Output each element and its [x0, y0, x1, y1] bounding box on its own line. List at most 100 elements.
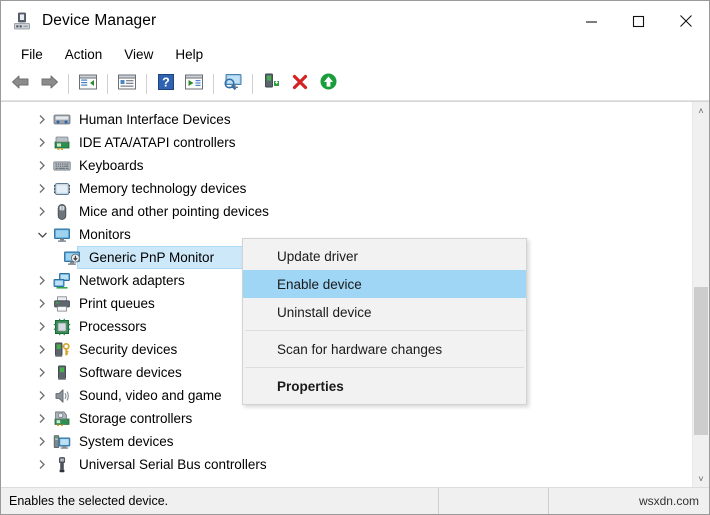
usb-controller-icon	[53, 456, 71, 474]
vertical-scrollbar[interactable]: ˄ ˅	[692, 102, 709, 487]
chevron-right-icon[interactable]	[35, 412, 49, 426]
uninstall-device-button[interactable]	[286, 71, 314, 97]
scrollbar-thumb[interactable]	[694, 287, 708, 434]
context-menu-separator	[245, 330, 524, 331]
chevron-right-icon[interactable]	[35, 136, 49, 150]
menu-bar: File Action View Help	[1, 41, 709, 68]
context-menu-item-uninstall-device[interactable]: Uninstall device	[243, 298, 526, 326]
scan-monitor-icon	[222, 72, 244, 96]
status-middle-panel	[438, 488, 548, 514]
chevron-down-icon[interactable]	[35, 228, 49, 242]
red-x-icon	[291, 73, 309, 96]
window-controls	[568, 1, 709, 41]
show-hide-console-tree-button[interactable]	[74, 71, 102, 97]
tree-row-label: Monitors	[79, 227, 131, 242]
scroll-down-button[interactable]: ˅	[693, 470, 709, 487]
toolbar-separator	[252, 74, 253, 94]
back-button[interactable]	[7, 71, 35, 97]
toolbar: ?	[1, 68, 709, 101]
chevron-right-icon[interactable]	[35, 435, 49, 449]
update-driver-button[interactable]	[180, 71, 208, 97]
minimize-button[interactable]	[568, 1, 615, 41]
context-menu-item-scan-for-hardware-changes[interactable]: Scan for hardware changes	[243, 335, 526, 363]
chevron-right-icon[interactable]	[35, 458, 49, 472]
menu-view[interactable]: View	[113, 44, 164, 66]
tree-row-keyboards[interactable]: Keyboards	[1, 154, 692, 177]
context-menu[interactable]: Update driver Enable device Uninstall de…	[242, 238, 527, 405]
title-bar: Device Manager	[1, 1, 709, 41]
tree-row-memory-technology-devices[interactable]: Memory technology devices	[1, 177, 692, 200]
menu-file[interactable]: File	[10, 44, 54, 66]
monitor-icon	[53, 226, 71, 244]
tree-row-storage-controllers[interactable]: Storage controllers	[1, 407, 692, 430]
security-device-icon	[53, 341, 71, 359]
chevron-right-icon[interactable]	[35, 205, 49, 219]
hid-icon	[53, 111, 71, 129]
memory-device-icon	[53, 180, 71, 198]
chevron-right-icon[interactable]	[35, 113, 49, 127]
maximize-button[interactable]	[615, 1, 662, 41]
context-menu-item-enable-device[interactable]: Enable device	[243, 270, 526, 298]
toolbar-separator	[68, 74, 69, 94]
network-adapter-icon	[53, 272, 71, 290]
update-button[interactable]	[314, 71, 342, 97]
mouse-icon	[53, 203, 71, 221]
keyboard-icon	[53, 157, 71, 175]
menu-action[interactable]: Action	[54, 44, 114, 66]
toolbar-separator	[146, 74, 147, 94]
help-button[interactable]: ?	[152, 71, 180, 97]
tree-row-label: System devices	[79, 434, 174, 449]
tree-row-label: Universal Serial Bus controllers	[79, 457, 267, 472]
scroll-up-button[interactable]: ˄	[693, 102, 709, 119]
status-bar: Enables the selected device. wsxdn.com	[1, 487, 709, 514]
chevron-right-icon[interactable]	[35, 320, 49, 334]
chevron-right-icon[interactable]	[35, 389, 49, 403]
tree-row-label: Storage controllers	[79, 411, 192, 426]
tree-row-label: Memory technology devices	[79, 181, 246, 196]
help-question-icon: ?	[157, 73, 175, 96]
menu-help[interactable]: Help	[164, 44, 214, 66]
properties-button[interactable]	[113, 71, 141, 97]
driver-window-icon	[184, 73, 204, 96]
toolbar-separator	[107, 74, 108, 94]
watermark: wsxdn.com	[548, 488, 709, 514]
tree-row-universal-serial-bus-controllers[interactable]: Universal Serial Bus controllers	[1, 453, 692, 476]
chevron-right-icon[interactable]	[35, 343, 49, 357]
tree-row-label: Security devices	[79, 342, 177, 357]
system-device-icon	[53, 433, 71, 451]
tree-row-mice-and-other-pointing-devices[interactable]: Mice and other pointing devices	[1, 200, 692, 223]
content-area: Human Interface Devices IDE ATA/ATAP	[1, 101, 709, 487]
tree-row-label: Generic PnP Monitor	[89, 250, 214, 265]
processor-icon	[53, 318, 71, 336]
device-manager-icon	[12, 11, 32, 31]
tree-row-label: Sound, video and game	[79, 388, 222, 403]
storage-controller-icon	[53, 410, 71, 428]
printer-icon	[53, 295, 71, 313]
scrollbar-track[interactable]	[693, 119, 709, 470]
console-tree-icon	[78, 73, 98, 96]
tree-row-ide-ata-atapi-controllers[interactable]: IDE ATA/ATAPI controllers	[1, 131, 692, 154]
tree-row-label: Software devices	[79, 365, 182, 380]
scan-for-hardware-changes-button[interactable]	[219, 71, 247, 97]
forward-button[interactable]	[35, 71, 63, 97]
tree-row-label: Network adapters	[79, 273, 185, 288]
back-arrow-icon	[10, 73, 32, 96]
window-title: Device Manager	[42, 12, 156, 30]
device-manager-window: Device Manager File Action View Help	[0, 0, 710, 515]
properties-window-icon	[117, 73, 137, 96]
enable-device-toolbar-button[interactable]	[258, 71, 286, 97]
ide-controller-icon	[53, 134, 71, 152]
chevron-right-icon[interactable]	[35, 182, 49, 196]
chevron-right-icon[interactable]	[35, 274, 49, 288]
chevron-right-icon[interactable]	[35, 366, 49, 380]
tree-row-label: Keyboards	[79, 158, 144, 173]
chevron-right-icon[interactable]	[35, 297, 49, 311]
context-menu-item-properties[interactable]: Properties	[243, 372, 526, 400]
chevron-right-icon[interactable]	[35, 159, 49, 173]
green-up-arrow-icon	[319, 72, 338, 96]
tree-row-human-interface-devices[interactable]: Human Interface Devices	[1, 108, 692, 131]
device-tree[interactable]: Human Interface Devices IDE ATA/ATAP	[1, 102, 692, 487]
tree-row-system-devices[interactable]: System devices	[1, 430, 692, 453]
close-button[interactable]	[662, 1, 709, 41]
context-menu-item-update-driver[interactable]: Update driver	[243, 242, 526, 270]
